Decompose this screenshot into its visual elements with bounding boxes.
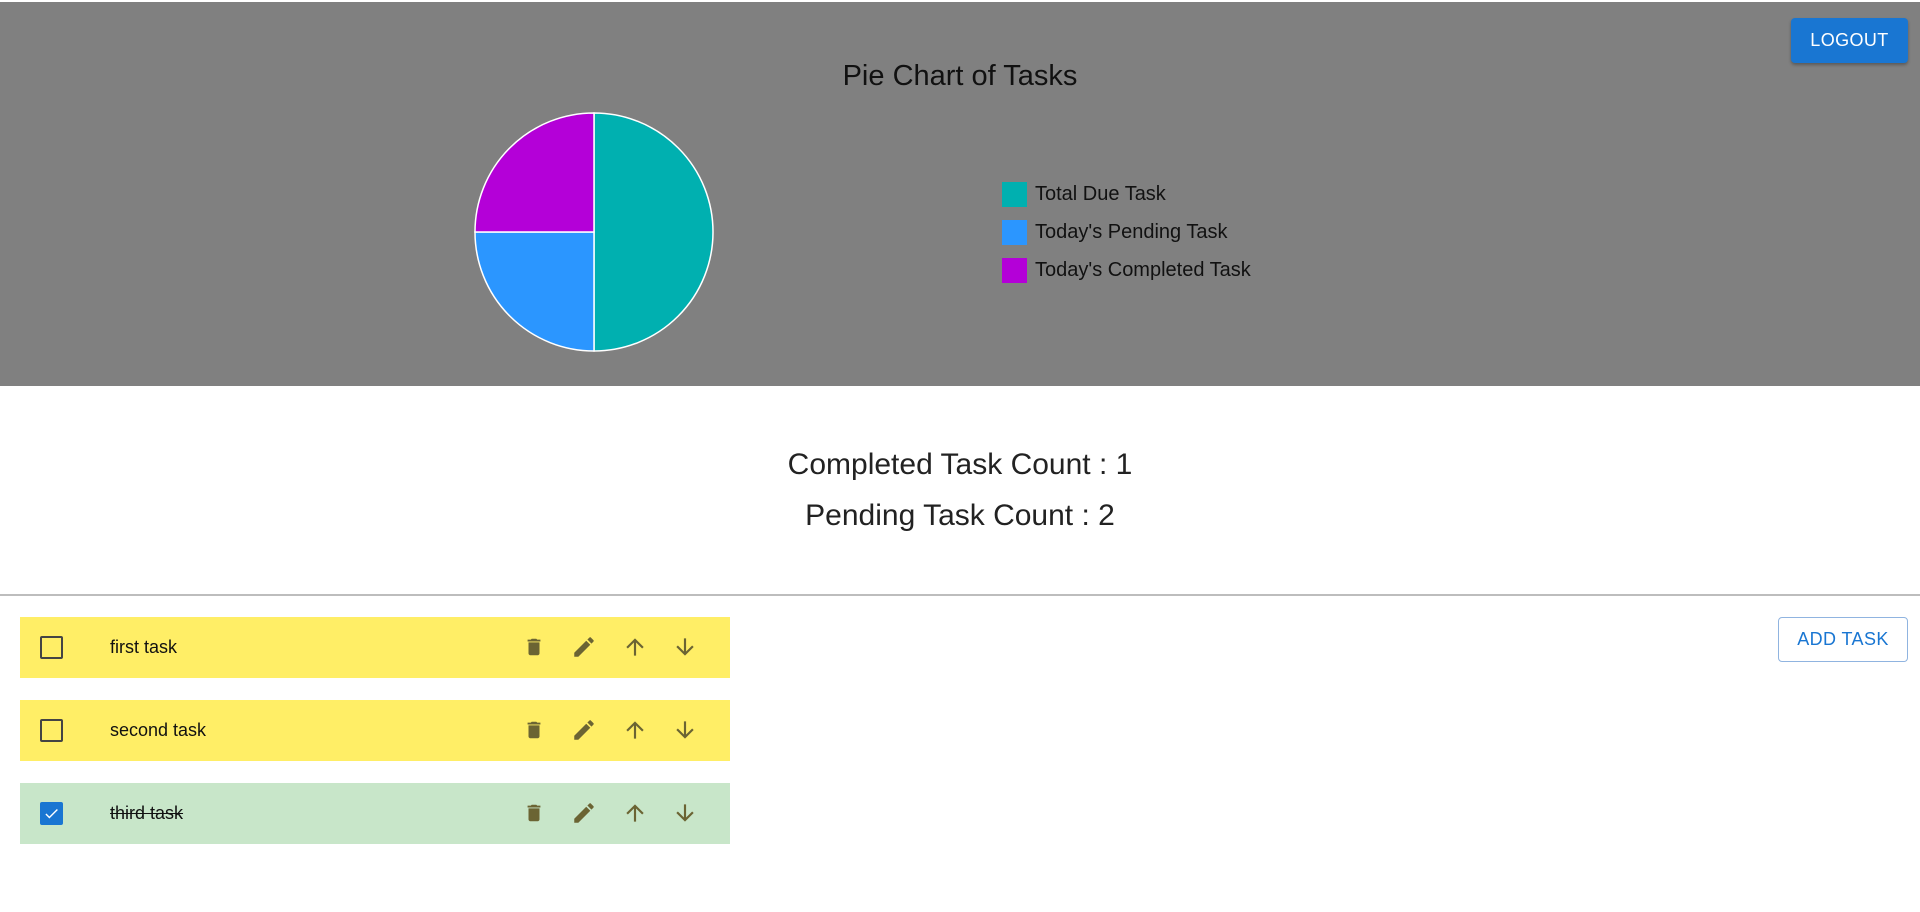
- delete-task-button[interactable]: [519, 632, 549, 662]
- legend-swatch: [1002, 182, 1027, 207]
- arrow-down-icon: [672, 800, 698, 826]
- check-icon: [45, 808, 58, 819]
- pencil-icon: [571, 634, 597, 660]
- add-task-button[interactable]: ADD TASK: [1778, 617, 1908, 662]
- completed-task-count: Completed Task Count : 1: [787, 448, 1133, 481]
- task-label: third task: [110, 803, 184, 823]
- task-checkbox[interactable]: [40, 802, 63, 825]
- pie-slice-total-due-task: [593, 112, 714, 352]
- pencil-icon: [571, 717, 597, 743]
- task-label: first task: [110, 637, 178, 657]
- task-checkbox[interactable]: [40, 719, 63, 742]
- move-down-button[interactable]: [670, 798, 700, 828]
- section-divider: [0, 594, 1920, 596]
- chart-panel: Pie Chart of Tasks Total Due Task Today's…: [0, 2, 1920, 386]
- arrow-up-icon: [622, 800, 648, 826]
- arrow-down-icon: [672, 634, 698, 660]
- task-row: third task: [20, 783, 730, 844]
- arrow-up-icon: [622, 634, 648, 660]
- trash-icon: [523, 718, 545, 742]
- chart-legend: Total Due Task Today's Pending Task Today'…: [1002, 182, 1251, 296]
- legend-item: Today's Pending Task: [1002, 220, 1251, 245]
- legend-item: Total Due Task: [1002, 182, 1251, 207]
- delete-task-button[interactable]: [519, 798, 549, 828]
- edit-task-button[interactable]: [569, 632, 599, 662]
- logout-button[interactable]: LOGOUT: [1791, 18, 1908, 63]
- move-up-button[interactable]: [620, 715, 650, 745]
- task-checkbox[interactable]: [40, 636, 63, 659]
- trash-icon: [523, 801, 545, 825]
- pencil-icon: [571, 800, 597, 826]
- edit-task-button[interactable]: [569, 715, 599, 745]
- arrow-down-icon: [672, 717, 698, 743]
- legend-label: Today's Pending Task: [1035, 221, 1228, 243]
- task-row: first task: [20, 617, 730, 678]
- move-down-button[interactable]: [670, 715, 700, 745]
- pending-task-count: Pending Task Count : 2: [805, 499, 1115, 532]
- move-up-button[interactable]: [620, 632, 650, 662]
- legend-label: Total Due Task: [1035, 183, 1166, 205]
- trash-icon: [523, 635, 545, 659]
- task-row: second task: [20, 700, 730, 761]
- arrow-up-icon: [622, 717, 648, 743]
- chart-title: Pie Chart of Tasks: [842, 60, 1078, 92]
- edit-task-button[interactable]: [569, 798, 599, 828]
- pie-slice-today-s-completed-task: [474, 112, 595, 233]
- legend-swatch: [1002, 258, 1027, 283]
- legend-item: Today's Completed Task: [1002, 258, 1251, 283]
- legend-swatch: [1002, 220, 1027, 245]
- move-up-button[interactable]: [620, 798, 650, 828]
- task-label: second task: [110, 720, 207, 740]
- pie-slice-today-s-pending-task: [474, 231, 595, 352]
- delete-task-button[interactable]: [519, 715, 549, 745]
- move-down-button[interactable]: [670, 632, 700, 662]
- pie-chart: [474, 112, 714, 352]
- legend-label: Today's Completed Task: [1035, 259, 1251, 281]
